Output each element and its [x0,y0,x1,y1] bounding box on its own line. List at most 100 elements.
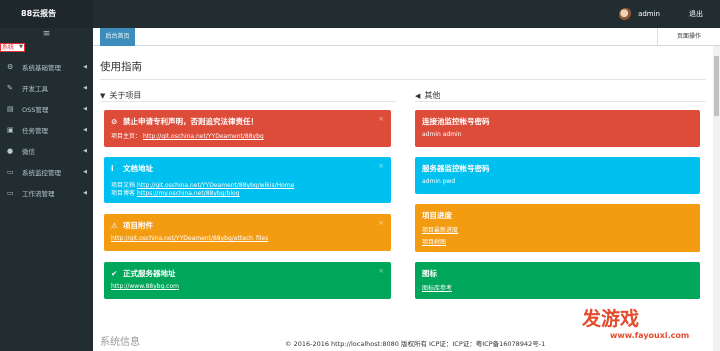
alert-title: ⊘ 禁止申请专利声明，否则追究法律责任！ [111,116,258,127]
sidebar-item-wechat[interactable]: ● 微信 ◀ [0,140,93,161]
blog-link[interactable]: https://my.oschina.net/88ybg/blog [137,190,240,197]
tree-link[interactable]: 项目树图 [422,239,446,246]
alert-line: http://git.oschina.net/YYDeament/88ybg/a… [111,235,268,242]
close-icon[interactable]: × [378,162,384,170]
sidebar-item-label: 系统基础管理 [22,63,61,72]
attachments-link[interactable]: http://git.oschina.net/YYDeament/88ybg/a… [111,235,268,242]
alert-progress: 项目进度 项目最新进度 项目树图 [415,204,700,252]
user-menu[interactable]: admin [619,0,660,28]
close-icon[interactable]: × [378,267,384,275]
divider [100,79,706,80]
system-select[interactable]: 系统 ▼ [0,43,25,52]
next-section-title: 系统信息 [100,337,140,348]
sidebar-item-label: 任务管理 [22,126,48,135]
alert-line: 项目树图 [422,237,446,246]
progress-link[interactable]: 项目最新进度 [422,227,458,234]
alert-line: admin pwd [422,178,456,185]
tasks-icon: ▣ [7,125,14,134]
sidebar-item-label: 微信 [22,147,35,156]
alert-line: 项目博客 https://my.oschina.net/88ybg/blog [111,188,240,197]
alert-title: ✔ 正式服务器地址 [111,268,176,279]
logout-link[interactable]: 退出 [689,0,703,28]
sidebar-item-system-basic[interactable]: ⚙ 系统基础管理 ◀ [0,56,93,77]
alert-title: 服务器监控帐号密码 [422,164,490,173]
sidebar: ≡ 系统 ▼ ⚙ 系统基础管理 ◀ ✎ 开发工具 ◀ ▤ OSS管理 ◀ ▣ 任… [0,28,93,351]
alert-patent-notice: ⊘ 禁止申请专利声明，否则追究法律责任！ × 项目主页： http://git.o… [104,110,391,147]
sidebar-item-label: OSS管理 [22,105,49,114]
close-icon[interactable]: × [378,219,384,227]
menu-toggle-icon[interactable]: ≡ [0,28,93,42]
sidebar-item-label: 工作流管理 [22,189,55,198]
file-icon: ▤ [7,104,14,113]
footer: © 2016-2016 http://localhost:8080 版权所有 I… [285,340,546,348]
sidebar-item-workflow[interactable]: ▭ 工作流管理 ◀ [0,182,93,203]
alert-title: 连接池监控帐号密码 [422,117,490,126]
avatar[interactable] [619,7,633,21]
monitor-icon: ▭ [7,167,14,176]
divider [415,101,706,102]
alert-title: 项目进度 [422,211,452,220]
sidebar-item-tasks[interactable]: ▣ 任务管理 ◀ [0,119,93,140]
alert-title-text: 项目附件 [123,221,153,230]
icon-library-link[interactable]: 图标库参考 [422,285,452,292]
sidebar-nav: ⚙ 系统基础管理 ◀ ✎ 开发工具 ◀ ▤ OSS管理 ◀ ▣ 任务管理 ◀ ●… [0,56,93,203]
page-operations-button[interactable]: 页面操作 [657,28,720,46]
alert-line: 项目最新进度 [422,225,458,234]
alert-server-account: 服务器监控帐号密码 admin pwd [415,157,700,194]
gears-icon: ⚙ [7,62,14,71]
close-icon[interactable]: × [378,115,384,123]
ban-icon: ⊘ [111,117,118,126]
alert-line-label: 项目博客 [111,190,136,197]
alert-icons: 图标 图标库参考 [415,262,700,299]
chevron-left-icon: ◀ [83,84,87,91]
sidebar-item-oss[interactable]: ▤ OSS管理 ◀ [0,98,93,119]
project-home-link[interactable]: http://git.oschina.net/YYDeament/88ybg [143,133,264,140]
watermark-logo: 发游戏 www.fayouxi.com [582,304,702,346]
tabs-bar: 后台首页 页面操作 [93,28,720,46]
scrollbar[interactable] [713,46,720,351]
sidebar-item-monitor[interactable]: ▭ 系统监控管理 ◀ [0,161,93,182]
app-title[interactable]: 88云报告 [0,0,93,28]
chevron-left-icon: ◀ [83,126,87,133]
other-title: 其他 [424,91,441,100]
page-title: 使用指南 [100,61,142,73]
divider [100,101,396,102]
other-section-heading: ◀ 其他 [415,90,440,101]
alert-line: http://www.88ybg.com [111,283,179,290]
system-select-value: 系统 [2,44,15,51]
sidebar-item-label: 系统监控管理 [22,168,61,177]
chevron-down-icon: ▼ [19,44,23,50]
watermark-text: 发游戏 [582,308,640,330]
scroll-thumb[interactable] [714,56,719,116]
alert-line-label: 项目主页： [111,133,142,140]
alert-title-text: 正式服务器地址 [123,269,176,278]
chevron-left-icon: ◀ [83,63,87,70]
workflow-icon: ▭ [7,188,14,197]
alert-attachments: ⚠ 项目附件 × http://git.oschina.net/YYDeament… [104,214,391,251]
alert-server: ✔ 正式服务器地址 × http://www.88ybg.com [104,262,391,299]
tab-home[interactable]: 后台首页 [100,28,135,46]
wechat-icon: ● [7,146,14,155]
chevron-left-icon: ◀ [83,105,87,112]
alert-pool-account: 连接池监控帐号密码 admin admin [415,110,700,147]
info-icon: i [111,164,114,173]
chevron-left-icon: ◀ [83,168,87,175]
watermark-url: www.fayouxi.com [610,331,690,340]
alert-title: i 文档地址 [111,163,153,174]
alert-line: 图标库参考 [422,283,452,292]
alert-title: ⚠ 项目附件 [111,220,153,231]
bullhorn-icon: ◀ [415,92,421,100]
sidebar-item-dev-tools[interactable]: ✎ 开发工具 ◀ [0,77,93,98]
alert-title-text: 禁止申请专利声明，否则追究法律责任！ [123,117,258,126]
alert-line: admin admin [422,131,462,138]
server-link[interactable]: http://www.88ybg.com [111,283,179,290]
alert-title-text: 文档地址 [123,164,153,173]
caret-down-icon: ▼ [100,92,106,100]
alert-docs: i 文档地址 × 项目文档 http://git.oschina.net/YYDe… [104,157,391,203]
username[interactable]: admin [638,10,660,18]
check-icon: ✔ [111,269,118,278]
alert-title: 图标 [422,269,437,278]
sidebar-item-label: 开发工具 [22,84,48,93]
about-title: 关于项目 [109,91,142,100]
chevron-left-icon: ◀ [83,147,87,154]
